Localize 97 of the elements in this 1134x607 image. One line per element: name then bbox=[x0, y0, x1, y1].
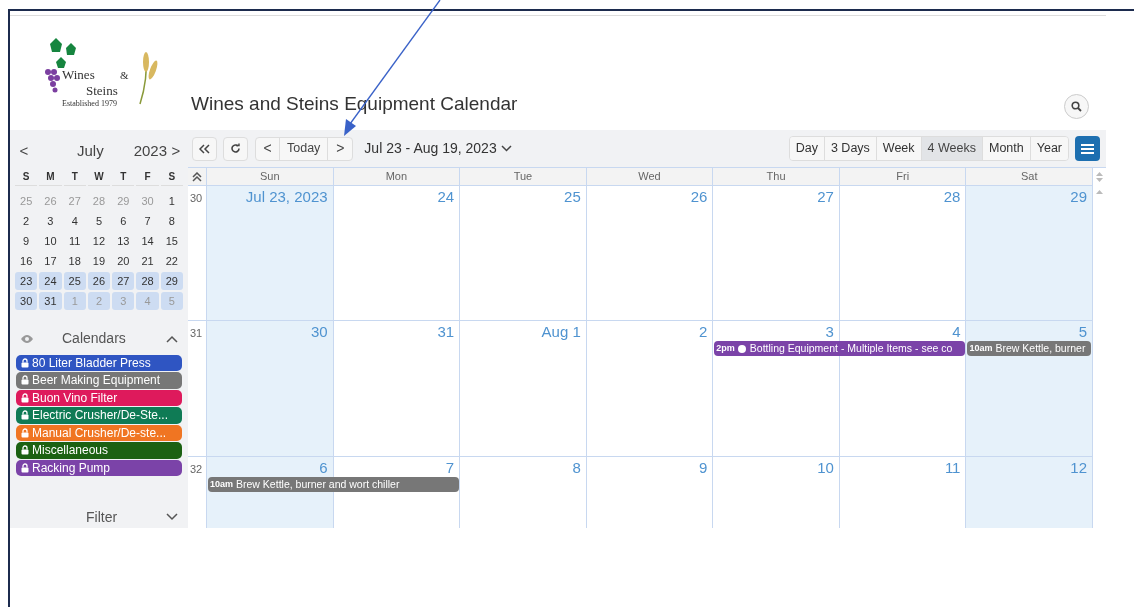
weekday-label: S bbox=[15, 167, 38, 186]
menu-icon bbox=[1081, 143, 1094, 154]
lock-icon bbox=[21, 427, 29, 438]
month-label: July bbox=[77, 140, 104, 161]
next-month-button[interactable]: > bbox=[170, 139, 182, 163]
calendar-day[interactable]: 6 bbox=[112, 211, 135, 230]
refresh-button[interactable] bbox=[223, 136, 248, 161]
calendar-day[interactable]: 3 bbox=[39, 211, 62, 230]
weekday-label: W bbox=[87, 167, 111, 186]
calendar-tag[interactable]: 80 Liter Bladder Press bbox=[16, 354, 182, 372]
week-number: 32 bbox=[190, 463, 203, 475]
collapse-icon[interactable] bbox=[166, 334, 178, 343]
view-tab[interactable]: 4 Weeks bbox=[921, 137, 983, 160]
logo-tagline: Established 1979 bbox=[62, 100, 117, 108]
view-tab[interactable]: Week bbox=[876, 137, 922, 160]
column-header: Sat bbox=[1020, 169, 1039, 185]
week-number: 30 bbox=[190, 192, 203, 204]
calendar-day[interactable]: 14 bbox=[136, 231, 159, 250]
calendar-tag[interactable]: Miscellaneous bbox=[16, 442, 182, 459]
expand-icon[interactable] bbox=[166, 513, 178, 522]
lock-icon bbox=[21, 392, 29, 403]
collapse-sidebar-button[interactable] bbox=[192, 136, 217, 161]
calendar-day[interactable]: 7 bbox=[136, 211, 159, 230]
calendar-day[interactable]: 30 bbox=[15, 291, 38, 310]
calendar-day[interactable]: 17 bbox=[39, 251, 62, 270]
year-label: 2023 bbox=[133, 140, 168, 161]
calendar-day[interactable]: 9 bbox=[15, 231, 38, 250]
view-tab[interactable]: Year bbox=[1030, 137, 1068, 160]
logo-text: & bbox=[120, 70, 129, 81]
calendar-day[interactable]: 11 bbox=[63, 231, 86, 250]
weekday-label: S bbox=[160, 167, 183, 186]
calendar-day[interactable]: 16 bbox=[15, 251, 38, 270]
column-header: Wed bbox=[586, 168, 714, 185]
column-header: Tue bbox=[460, 168, 587, 185]
previous-month-button[interactable]: < bbox=[16, 139, 32, 163]
weekday-label: T bbox=[63, 167, 86, 186]
search-icon bbox=[1071, 101, 1082, 112]
logo-text: Steins bbox=[86, 84, 118, 97]
refresh-icon bbox=[230, 143, 241, 154]
menu-button[interactable] bbox=[1075, 136, 1100, 161]
calendar-day[interactable]: 13 bbox=[112, 231, 135, 250]
calendar-day[interactable]: 12 bbox=[87, 231, 111, 250]
calendar-day[interactable]: 27 bbox=[112, 271, 135, 290]
column-header: Sun bbox=[207, 168, 334, 185]
view-tab[interactable]: Month bbox=[983, 137, 1031, 160]
weekday-label: F bbox=[136, 167, 159, 186]
lock-icon bbox=[21, 445, 29, 456]
double-chevron-left-icon bbox=[199, 143, 210, 154]
collapse-all-icon[interactable] bbox=[192, 171, 202, 182]
section-title: Filter bbox=[86, 507, 118, 527]
calendar-day[interactable]: 1 bbox=[160, 191, 183, 210]
calendar-day[interactable]: 21 bbox=[136, 251, 159, 270]
calendar-day[interactable]: 15 bbox=[160, 231, 183, 250]
previous-button[interactable]: < bbox=[256, 137, 280, 160]
lock-icon bbox=[21, 375, 29, 386]
calendar-day[interactable]: 26 bbox=[87, 271, 111, 290]
search-button[interactable] bbox=[1064, 94, 1089, 119]
view-tab[interactable]: 3 Days bbox=[824, 137, 877, 160]
calendar-day[interactable]: 29 bbox=[160, 271, 183, 290]
calendar-event[interactable]: 2pm Bottling Equipment - Multiple Items - see co bbox=[714, 341, 966, 356]
eye-icon[interactable] bbox=[20, 333, 34, 344]
view-tab[interactable]: Day bbox=[789, 137, 825, 160]
calendar-day[interactable]: 24 bbox=[39, 271, 62, 290]
calendar-day[interactable]: 22 bbox=[160, 251, 183, 270]
calendar-day[interactable]: 5 bbox=[87, 211, 111, 230]
calendar-tag[interactable]: Buon Vino Filter bbox=[16, 389, 182, 407]
next-button[interactable]: > bbox=[328, 137, 353, 160]
week-number: 31 bbox=[190, 327, 203, 339]
lock-icon bbox=[21, 462, 29, 473]
calendar-event[interactable]: 10am Brew Kettle, burner bbox=[967, 341, 1092, 356]
weekday-label: M bbox=[39, 167, 62, 186]
lock-icon bbox=[21, 357, 29, 368]
calendar-day[interactable]: 2 bbox=[15, 211, 38, 230]
calendar-day[interactable]: 18 bbox=[63, 251, 86, 270]
calendar-day[interactable]: 23 bbox=[15, 271, 38, 290]
calendar-tag[interactable]: Electric Crusher/De-Ste... bbox=[16, 407, 182, 424]
calendar-day[interactable]: 31 bbox=[39, 291, 62, 310]
calendar-event[interactable]: 10am Brew Kettle, burner and wort chiller bbox=[208, 477, 460, 492]
date-range-dropdown[interactable]: Jul 23 - Aug 19, 2023 bbox=[364, 138, 512, 159]
logo-text: Wines bbox=[62, 68, 95, 81]
calendar-tag[interactable]: Beer Making Equipment bbox=[16, 372, 182, 389]
chevron-down-icon bbox=[500, 145, 512, 152]
column-header: Thu bbox=[713, 168, 840, 185]
column-header: Mon bbox=[333, 168, 461, 185]
calendar-day[interactable]: 8 bbox=[160, 211, 183, 230]
calendar-day[interactable]: 4 bbox=[63, 211, 86, 230]
calendar-day[interactable]: 19 bbox=[87, 251, 111, 270]
calendar-day[interactable]: 25 bbox=[63, 271, 86, 290]
weekday-label: T bbox=[112, 167, 135, 186]
calendar-day[interactable]: 20 bbox=[112, 251, 135, 270]
calendar-day[interactable]: 28 bbox=[136, 271, 159, 290]
calendar-day[interactable]: 10 bbox=[39, 231, 62, 250]
today-button[interactable]: Today bbox=[280, 137, 329, 160]
lock-icon bbox=[21, 410, 29, 421]
section-title: Calendars bbox=[62, 329, 126, 349]
calendar-tag[interactable]: Racking Pump bbox=[16, 459, 182, 477]
column-header: Fri bbox=[839, 168, 967, 185]
